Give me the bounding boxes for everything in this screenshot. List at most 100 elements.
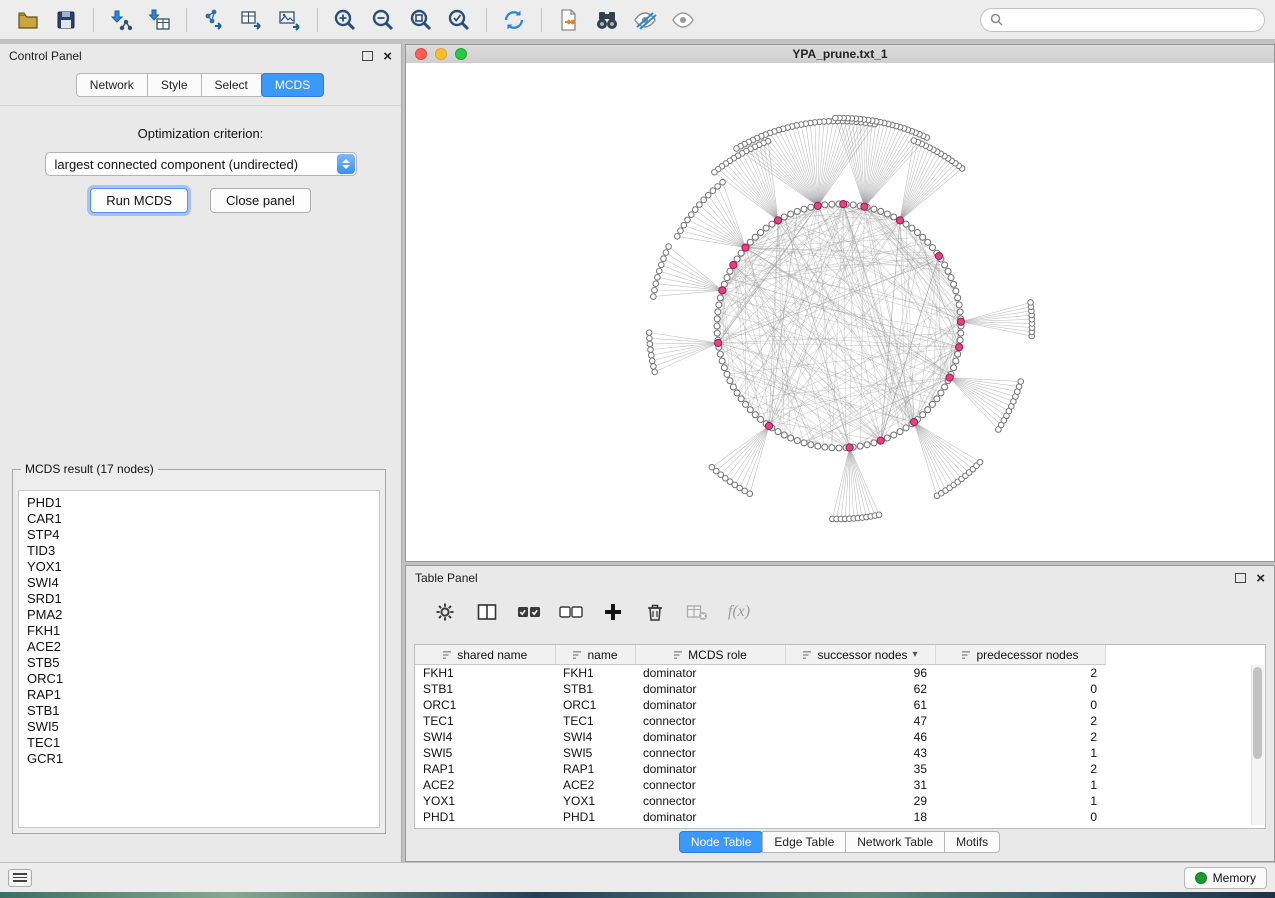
network-node[interactable] xyxy=(716,302,722,308)
mcds-dominator-node[interactable] xyxy=(877,437,884,444)
mcds-result-item[interactable]: TEC1 xyxy=(27,735,371,751)
network-node[interactable] xyxy=(864,442,870,448)
network-leaf-node[interactable] xyxy=(646,330,652,336)
table-row[interactable]: SWI4SWI4dominator462 xyxy=(415,729,1105,745)
network-node[interactable] xyxy=(951,281,957,287)
zoom-fit-button[interactable] xyxy=(403,5,439,35)
network-node[interactable] xyxy=(801,440,807,446)
network-node[interactable] xyxy=(920,234,926,240)
mcds-dominator-node[interactable] xyxy=(956,344,963,351)
network-node[interactable] xyxy=(945,268,951,274)
network-leaf-node[interactable] xyxy=(649,358,655,364)
run-mcds-button[interactable]: Run MCDS xyxy=(90,188,188,213)
network-leaf-node[interactable] xyxy=(681,222,687,228)
network-node[interactable] xyxy=(897,429,903,435)
float-panel-icon[interactable] xyxy=(1235,573,1246,583)
network-node[interactable] xyxy=(829,201,835,207)
network-node[interactable] xyxy=(857,443,863,449)
zoom-out-button[interactable] xyxy=(365,5,401,35)
network-node[interactable] xyxy=(891,432,897,438)
hide-button[interactable] xyxy=(627,5,663,35)
network-node[interactable] xyxy=(956,302,962,308)
network-node[interactable] xyxy=(781,432,787,438)
mcds-result-item[interactable]: SWI4 xyxy=(27,575,371,591)
network-node[interactable] xyxy=(727,268,733,274)
network-node[interactable] xyxy=(871,206,877,212)
tab-mcds[interactable]: MCDS xyxy=(261,73,324,97)
refresh-layout-button[interactable] xyxy=(496,5,532,35)
mcds-dominator-node[interactable] xyxy=(742,244,749,251)
scrollbar-thumb[interactable] xyxy=(1253,667,1262,759)
mcds-result-item[interactable]: ORC1 xyxy=(27,671,371,687)
network-node[interactable] xyxy=(891,214,897,220)
mcds-dominator-node[interactable] xyxy=(957,318,964,325)
network-node[interactable] xyxy=(951,365,957,371)
import-network-button[interactable] xyxy=(103,5,139,35)
network-node[interactable] xyxy=(942,262,948,268)
mcds-result-item[interactable]: STB5 xyxy=(27,655,371,671)
network-node[interactable] xyxy=(942,384,948,390)
table-scrollbar[interactable] xyxy=(1251,665,1264,825)
network-node[interactable] xyxy=(714,316,720,322)
network-leaf-node[interactable] xyxy=(666,244,672,250)
mcds-result-list[interactable]: PHD1CAR1STP4TID3YOX1SWI4SRD1PMA2FKH1ACE2… xyxy=(18,490,380,828)
table-settings-button[interactable] xyxy=(432,600,458,624)
network-leaf-node[interactable] xyxy=(710,188,716,194)
network-node[interactable] xyxy=(955,351,961,357)
table-row[interactable]: RAP1RAP1dominator352 xyxy=(415,761,1105,777)
mcds-result-item[interactable]: SWI5 xyxy=(27,719,371,735)
criterion-select[interactable]: largest connected component (undirected) xyxy=(45,152,357,176)
network-node[interactable] xyxy=(878,208,884,214)
network-leaf-node[interactable] xyxy=(651,364,657,370)
network-leaf-node[interactable] xyxy=(663,250,669,256)
mcds-dominator-node[interactable] xyxy=(730,261,737,268)
export-table-button[interactable] xyxy=(234,5,270,35)
memory-button[interactable]: Memory xyxy=(1184,867,1267,889)
deselect-all-rows-button[interactable] xyxy=(558,600,584,624)
delete-column-button[interactable] xyxy=(642,600,668,624)
network-node[interactable] xyxy=(730,384,736,390)
network-node[interactable] xyxy=(836,445,842,451)
network-leaf-node[interactable] xyxy=(674,234,680,240)
table-row[interactable]: PHD1PHD1dominator180 xyxy=(415,809,1105,825)
network-node[interactable] xyxy=(715,309,721,315)
open-file-button[interactable] xyxy=(10,5,46,35)
network-leaf-node[interactable] xyxy=(656,268,662,274)
network-node[interactable] xyxy=(934,396,940,402)
network-node[interactable] xyxy=(909,225,915,231)
network-leaf-node[interactable] xyxy=(648,352,654,358)
mcds-result-item[interactable]: STB1 xyxy=(27,703,371,719)
network-node[interactable] xyxy=(884,211,890,217)
column-header-mcds-role[interactable]: MCDS role xyxy=(635,645,785,665)
network-leaf-node[interactable] xyxy=(648,347,654,353)
mcds-dominator-node[interactable] xyxy=(946,374,953,381)
network-node[interactable] xyxy=(808,442,814,448)
mcds-result-item[interactable]: PMA2 xyxy=(27,607,371,623)
mcds-result-item[interactable]: TID3 xyxy=(27,543,371,559)
export-image-button[interactable] xyxy=(272,5,308,35)
table-row[interactable]: ACE2ACE2connector311 xyxy=(415,777,1105,793)
network-leaf-node[interactable] xyxy=(655,275,661,281)
network-node[interactable] xyxy=(794,208,800,214)
close-panel-button[interactable]: Close panel xyxy=(210,188,311,213)
network-node[interactable] xyxy=(829,445,835,451)
float-panel-icon[interactable] xyxy=(362,51,373,61)
network-leaf-node[interactable] xyxy=(876,512,882,518)
network-leaf-node[interactable] xyxy=(651,294,657,300)
network-node[interactable] xyxy=(743,401,749,407)
network-node[interactable] xyxy=(808,204,814,210)
column-header-name[interactable]: name xyxy=(555,645,635,665)
mcds-dominator-node[interactable] xyxy=(774,217,781,224)
network-node[interactable] xyxy=(871,440,877,446)
network-leaf-node[interactable] xyxy=(911,138,917,144)
network-node[interactable] xyxy=(714,323,720,329)
network-node[interactable] xyxy=(747,239,753,245)
network-node[interactable] xyxy=(929,401,935,407)
network-node[interactable] xyxy=(884,435,890,441)
mcds-result-item[interactable]: CAR1 xyxy=(27,511,371,527)
table-row[interactable]: YOX1YOX1connector291 xyxy=(415,793,1105,809)
network-node[interactable] xyxy=(775,429,781,435)
mcds-dominator-node[interactable] xyxy=(719,287,726,294)
network-node[interactable] xyxy=(714,330,720,336)
network-node[interactable] xyxy=(955,295,961,301)
